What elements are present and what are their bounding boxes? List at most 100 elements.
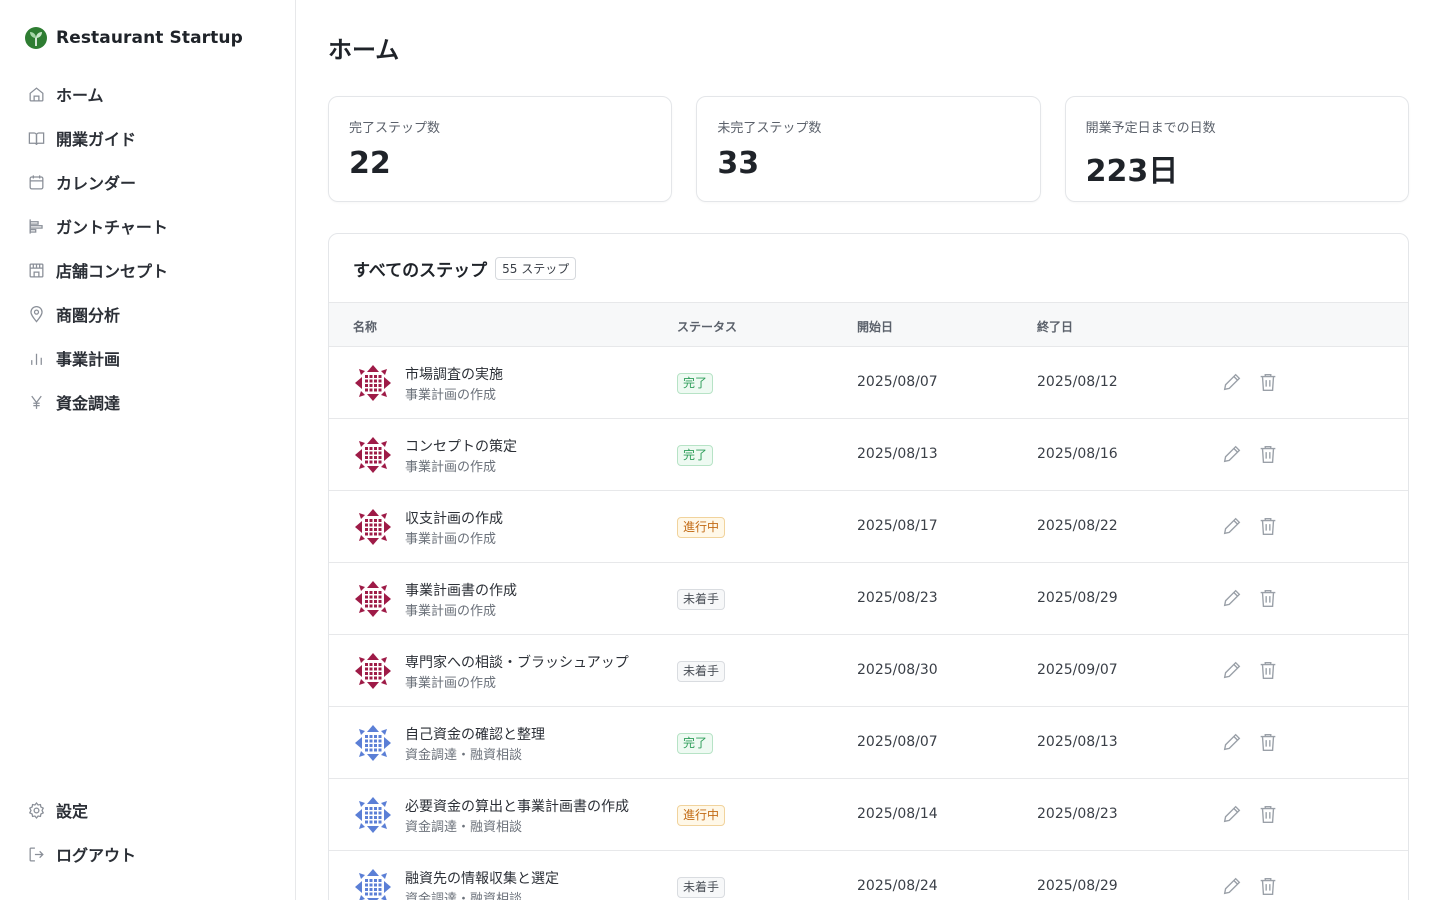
edit-button[interactable] — [1221, 731, 1245, 755]
stat-label: 完了ステップ数 — [349, 121, 441, 136]
stat-card-days-left: 開業予定日までの日数 223日 — [1064, 96, 1409, 202]
start-date: 2025/08/23 — [857, 590, 938, 606]
delete-button[interactable] — [1257, 515, 1281, 539]
status-badge: 完了 — [677, 373, 714, 394]
sidebar-item-label: 資金調達 — [56, 394, 121, 413]
sidebar-item-home[interactable]: ホーム — [26, 72, 276, 116]
edit-button[interactable] — [1221, 371, 1245, 395]
pencil-icon — [1221, 373, 1243, 397]
step-name[interactable]: 収支計画の作成 — [405, 508, 503, 528]
column-header-name[interactable]: 名称 — [353, 318, 377, 335]
table-row[interactable]: 市場調査の実施 事業計画の作成 完了 2025/08/07 2025/08/12 — [329, 347, 1408, 419]
gantt-icon — [26, 216, 46, 236]
stat-card-incomplete: 未完了ステップ数 33 — [696, 96, 1041, 202]
home-icon — [26, 84, 46, 104]
end-date: 2025/08/23 — [1037, 806, 1118, 822]
step-name[interactable]: 必要資金の算出と事業計画書の作成 — [405, 796, 629, 816]
delete-button[interactable] — [1257, 659, 1281, 683]
step-name[interactable]: 専門家への相談・ブラッシュアップ — [405, 652, 629, 672]
start-date: 2025/08/17 — [857, 518, 938, 534]
brand[interactable]: Restaurant Startup — [24, 26, 243, 50]
table-row[interactable]: 事業計画書の作成 事業計画の作成 未着手 2025/08/23 2025/08/29 — [329, 563, 1408, 635]
step-name[interactable]: 融資先の情報収集と選定 — [405, 868, 559, 888]
delete-button[interactable] — [1257, 731, 1281, 755]
stat-label: 開業予定日までの日数 — [1085, 121, 1216, 136]
delete-button[interactable] — [1257, 803, 1281, 827]
trash-icon — [1257, 517, 1279, 541]
steps-count-badge: 55 ステップ — [495, 256, 577, 280]
end-date: 2025/08/29 — [1037, 878, 1118, 894]
start-date: 2025/08/14 — [857, 806, 938, 822]
start-date: 2025/08/07 — [857, 734, 938, 750]
sidebar-item-label: 事業計画 — [56, 350, 121, 369]
trash-icon — [1257, 805, 1279, 829]
trash-icon — [1257, 733, 1279, 757]
sidebar-item-business-plan[interactable]: 事業計画 — [26, 336, 276, 380]
sidebar-item-store-concept[interactable]: 店舗コンセプト — [26, 248, 276, 292]
sidebar-item-funding[interactable]: 資金調達 — [26, 380, 276, 424]
stat-value: 223日 — [1085, 154, 1179, 189]
start-date: 2025/08/13 — [857, 446, 938, 462]
steps-table-title: すべてのステップ — [353, 260, 488, 281]
status-badge: 未着手 — [677, 589, 726, 610]
column-header-end[interactable]: 終了日 — [1037, 318, 1073, 335]
start-date: 2025/08/30 — [857, 662, 938, 678]
table-row[interactable]: 必要資金の算出と事業計画書の作成 資金調達・融資相談 進行中 2025/08/14 20… — [329, 779, 1408, 851]
delete-button[interactable] — [1257, 587, 1281, 611]
logout-icon — [26, 844, 46, 864]
pencil-icon — [1221, 445, 1243, 469]
sidebar-item-label: ホーム — [56, 86, 104, 105]
step-category: 事業計画の作成 — [405, 604, 497, 619]
store-icon — [26, 260, 46, 280]
column-header-start[interactable]: 開始日 — [857, 318, 893, 335]
table-row[interactable]: 自己資金の確認と整理 資金調達・融資相談 完了 2025/08/07 2025/08/1… — [329, 707, 1408, 779]
sidebar: Restaurant Startup ホーム 開業ガイド カレンダー ガントチャ… — [0, 0, 296, 900]
step-name[interactable]: 市場調査の実施 — [405, 364, 503, 384]
edit-button[interactable] — [1221, 515, 1245, 539]
delete-button[interactable] — [1257, 875, 1281, 899]
sidebar-item-area-analysis[interactable]: 商圏分析 — [26, 292, 276, 336]
sidebar-item-settings[interactable]: 設定 — [26, 788, 276, 832]
sidebar-item-calendar[interactable]: カレンダー — [26, 160, 276, 204]
step-name[interactable]: 自己資金の確認と整理 — [405, 724, 545, 744]
delete-button[interactable] — [1257, 371, 1281, 395]
step-name[interactable]: コンセプトの策定 — [405, 436, 517, 456]
bar-chart-icon — [26, 348, 46, 368]
trash-icon — [1257, 877, 1279, 900]
stat-value: 33 — [717, 146, 760, 181]
edit-button[interactable] — [1221, 875, 1245, 899]
map-pin-icon — [26, 304, 46, 324]
column-header-status[interactable]: ステータス — [677, 318, 737, 335]
edit-button[interactable] — [1221, 803, 1245, 827]
sidebar-item-label: 店舗コンセプト — [56, 262, 169, 281]
step-name[interactable]: 事業計画書の作成 — [405, 580, 517, 600]
step-avatar — [353, 507, 393, 547]
table-row[interactable]: 収支計画の作成 事業計画の作成 進行中 2025/08/17 2025/08/22 — [329, 491, 1408, 563]
step-avatar — [353, 579, 393, 619]
sidebar-item-guide[interactable]: 開業ガイド — [26, 116, 276, 160]
edit-button[interactable] — [1221, 659, 1245, 683]
table-row[interactable]: 融資先の情報収集と選定 資金調達・融資相談 未着手 2025/08/24 2025/08… — [329, 851, 1408, 900]
pencil-icon — [1221, 517, 1243, 541]
stat-value: 22 — [349, 146, 391, 181]
step-category: 資金調達・融資相談 — [405, 748, 523, 763]
sidebar-bottom-nav: 設定 ログアウト — [26, 788, 276, 876]
delete-button[interactable] — [1257, 443, 1281, 467]
pencil-icon — [1221, 805, 1243, 829]
table-row[interactable]: 専門家への相談・ブラッシュアップ 事業計画の作成 未着手 2025/08/30 2025… — [329, 635, 1408, 707]
step-avatar — [353, 363, 393, 403]
main-content: ホーム 完了ステップ数 22 未完了ステップ数 33 開業予定日までの日数 22… — [328, 0, 1409, 900]
sidebar-item-label: 設定 — [56, 802, 89, 821]
status-badge: 未着手 — [677, 877, 726, 898]
edit-button[interactable] — [1221, 587, 1245, 611]
trash-icon — [1257, 373, 1279, 397]
table-row[interactable]: コンセプトの策定 事業計画の作成 完了 2025/08/13 2025/08/16 — [329, 419, 1408, 491]
edit-button[interactable] — [1221, 443, 1245, 467]
gear-icon — [26, 800, 46, 820]
sidebar-item-gantt[interactable]: ガントチャート — [26, 204, 276, 248]
status-badge: 完了 — [677, 445, 714, 466]
sidebar-item-logout[interactable]: ログアウト — [26, 832, 276, 876]
page-title: ホーム — [328, 36, 400, 64]
status-badge: 進行中 — [677, 517, 726, 538]
sidebar-item-label: 開業ガイド — [56, 130, 137, 149]
